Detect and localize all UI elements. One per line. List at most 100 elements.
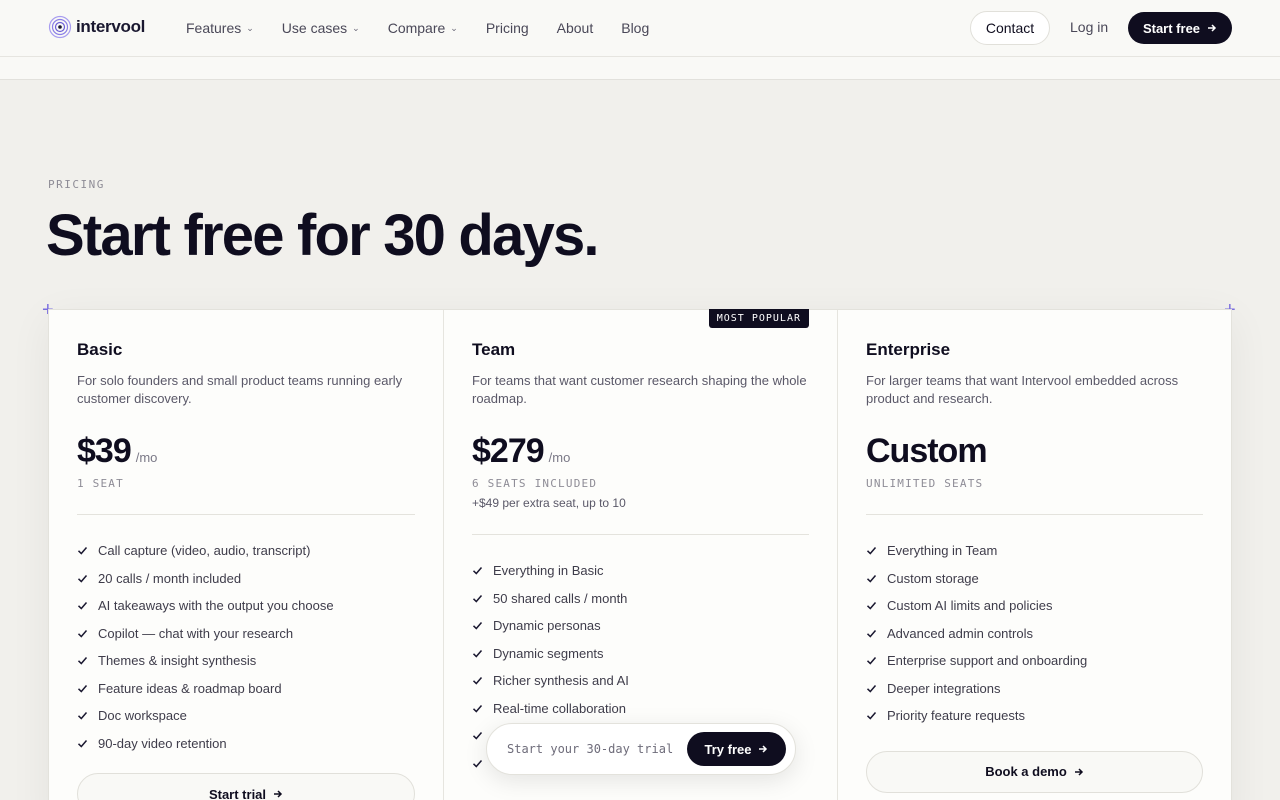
nav-item-label: Pricing <box>485 20 529 36</box>
divider <box>472 534 809 535</box>
plan-description: For solo founders and small product team… <box>77 373 403 406</box>
feature-item: Everything in Team <box>866 537 1203 565</box>
nav-item-use-cases[interactable]: Use cases ⌄ <box>282 20 360 36</box>
check-icon <box>866 574 877 583</box>
plan-name: Enterprise <box>866 340 951 359</box>
plan-price: $279 <box>472 432 545 470</box>
check-icon <box>77 602 88 610</box>
feature-text: 90-day video retention <box>98 735 227 751</box>
feature-item: Priority feature requests <box>866 702 1203 730</box>
check-icon <box>472 704 483 713</box>
check-icon <box>472 732 483 740</box>
header-subbar <box>0 57 1280 80</box>
feature-item: Deeper integrations <box>866 675 1203 703</box>
feature-item: Feature ideas & roadmap board <box>77 675 415 703</box>
price-period: /mo <box>135 450 158 465</box>
feature-item: Themes & insight synthesis <box>77 647 415 675</box>
start-free-label: Start free <box>1142 20 1201 36</box>
feature-text: Priority feature requests <box>887 708 1026 724</box>
plan-card-basic: Basic For solo founders and small produc… <box>49 310 443 800</box>
nav-item-label: Compare <box>387 20 446 36</box>
feature-item: Richer synthesis and AI <box>472 667 809 695</box>
feature-text: Deeper integrations <box>887 680 1001 696</box>
try-free-label: Try free <box>704 741 752 757</box>
nav-item-features[interactable]: Features ⌄ <box>186 20 254 36</box>
nav-item-about[interactable]: About <box>557 20 594 36</box>
feature-item: 50 shared calls / month <box>472 585 809 613</box>
nav-item-pricing[interactable]: Pricing <box>486 20 529 36</box>
feature-item: Enterprise support and onboarding <box>866 647 1203 675</box>
feature-text: Enterprise support and onboarding <box>887 653 1088 669</box>
nav-item-label: Use cases <box>281 20 348 36</box>
extra-seat-note: +$49 per extra seat, up to 10 <box>472 496 626 510</box>
feature-list: Everything in Team Custom storage Custom… <box>866 537 1203 730</box>
contact-button[interactable]: Contact <box>970 11 1050 45</box>
plan-description: For larger teams that want Intervool emb… <box>866 373 1179 406</box>
logo-text: intervool <box>76 17 146 36</box>
top-navigation-bar: intervool Features ⌄ Use cases ⌄ Compare… <box>0 0 1280 57</box>
check-icon <box>77 657 88 665</box>
feature-text: 20 calls / month included <box>98 570 242 586</box>
try-free-button[interactable]: Try free <box>687 732 786 766</box>
plan-seats: UNLIMITED SEATS <box>866 477 984 490</box>
check-icon <box>77 547 88 555</box>
feature-text: Real-time collaboration <box>493 700 626 716</box>
feature-text: Dynamic personas <box>493 618 601 634</box>
plan-description: For teams that want customer research sh… <box>472 373 807 406</box>
divider <box>866 514 1203 515</box>
nav-item-label: Blog <box>621 20 650 36</box>
check-icon <box>472 677 483 685</box>
check-icon <box>472 649 483 658</box>
feature-item: 90-day video retention <box>77 730 415 758</box>
divider <box>77 514 415 515</box>
arrow-right-icon <box>1208 24 1217 32</box>
feature-text: 50 shared calls / month <box>493 590 628 606</box>
check-icon <box>472 622 483 630</box>
start-free-button[interactable]: Start free <box>1128 12 1232 44</box>
start-trial-label: Start trial <box>208 786 267 800</box>
feature-item: Call capture (video, audio, transcript) <box>77 537 415 565</box>
login-link[interactable]: Log in <box>1070 19 1108 35</box>
check-icon <box>866 629 877 638</box>
nav-item-label: About <box>556 20 594 36</box>
price-row: Custom <box>866 432 1203 471</box>
start-trial-button[interactable]: Start trial <box>77 773 415 800</box>
nav-item-blog[interactable]: Blog <box>621 20 649 36</box>
book-demo-button[interactable]: Book a demo <box>866 750 1203 793</box>
feature-text: Custom storage <box>887 570 979 586</box>
feature-text: Themes & insight synthesis <box>98 653 257 669</box>
plan-price: Custom <box>866 432 988 470</box>
feature-item: Dynamic segments <box>472 640 809 668</box>
feature-item: Copilot — chat with your research <box>77 620 415 648</box>
feature-item: Dynamic personas <box>472 612 809 640</box>
feature-text: Everything in Team <box>887 543 998 559</box>
plan-name: Team <box>472 340 516 359</box>
feature-text: Advanced admin controls <box>887 625 1033 641</box>
feature-item: Doc workspace <box>77 702 415 730</box>
feature-list: Call capture (video, audio, transcript) … <box>77 537 415 757</box>
plan-seats: 1 SEAT <box>77 477 124 490</box>
nav-item-label: Features <box>186 20 242 36</box>
feature-text: Copilot — chat with your research <box>98 625 294 641</box>
logo[interactable]: intervool <box>48 15 145 39</box>
check-icon <box>866 602 877 610</box>
chevron-down-icon: ⌄ <box>450 23 458 33</box>
price-row: $39 /mo <box>77 432 415 471</box>
chevron-down-icon: ⌄ <box>246 23 254 33</box>
feature-item: Real-time collaboration <box>472 695 809 723</box>
plan-name: Basic <box>77 340 123 359</box>
nav-item-compare[interactable]: Compare ⌄ <box>388 20 458 36</box>
check-icon <box>77 712 88 720</box>
check-icon <box>77 684 88 693</box>
feature-text: AI takeaways with the output you choose <box>98 598 334 614</box>
price-row: $279 /mo <box>472 432 809 471</box>
most-popular-badge: MOST POPULAR <box>708 309 809 328</box>
feature-text: Dynamic segments <box>493 645 604 661</box>
feature-text: Doc workspace <box>98 708 187 724</box>
feature-text: Richer synthesis and AI <box>493 673 629 689</box>
check-icon <box>472 759 483 768</box>
plan-seats: 6 SEATS INCLUDED <box>472 477 598 490</box>
feature-item: Custom AI limits and policies <box>866 592 1203 620</box>
check-icon <box>866 657 877 665</box>
feature-text: Everything in Basic <box>493 563 604 579</box>
